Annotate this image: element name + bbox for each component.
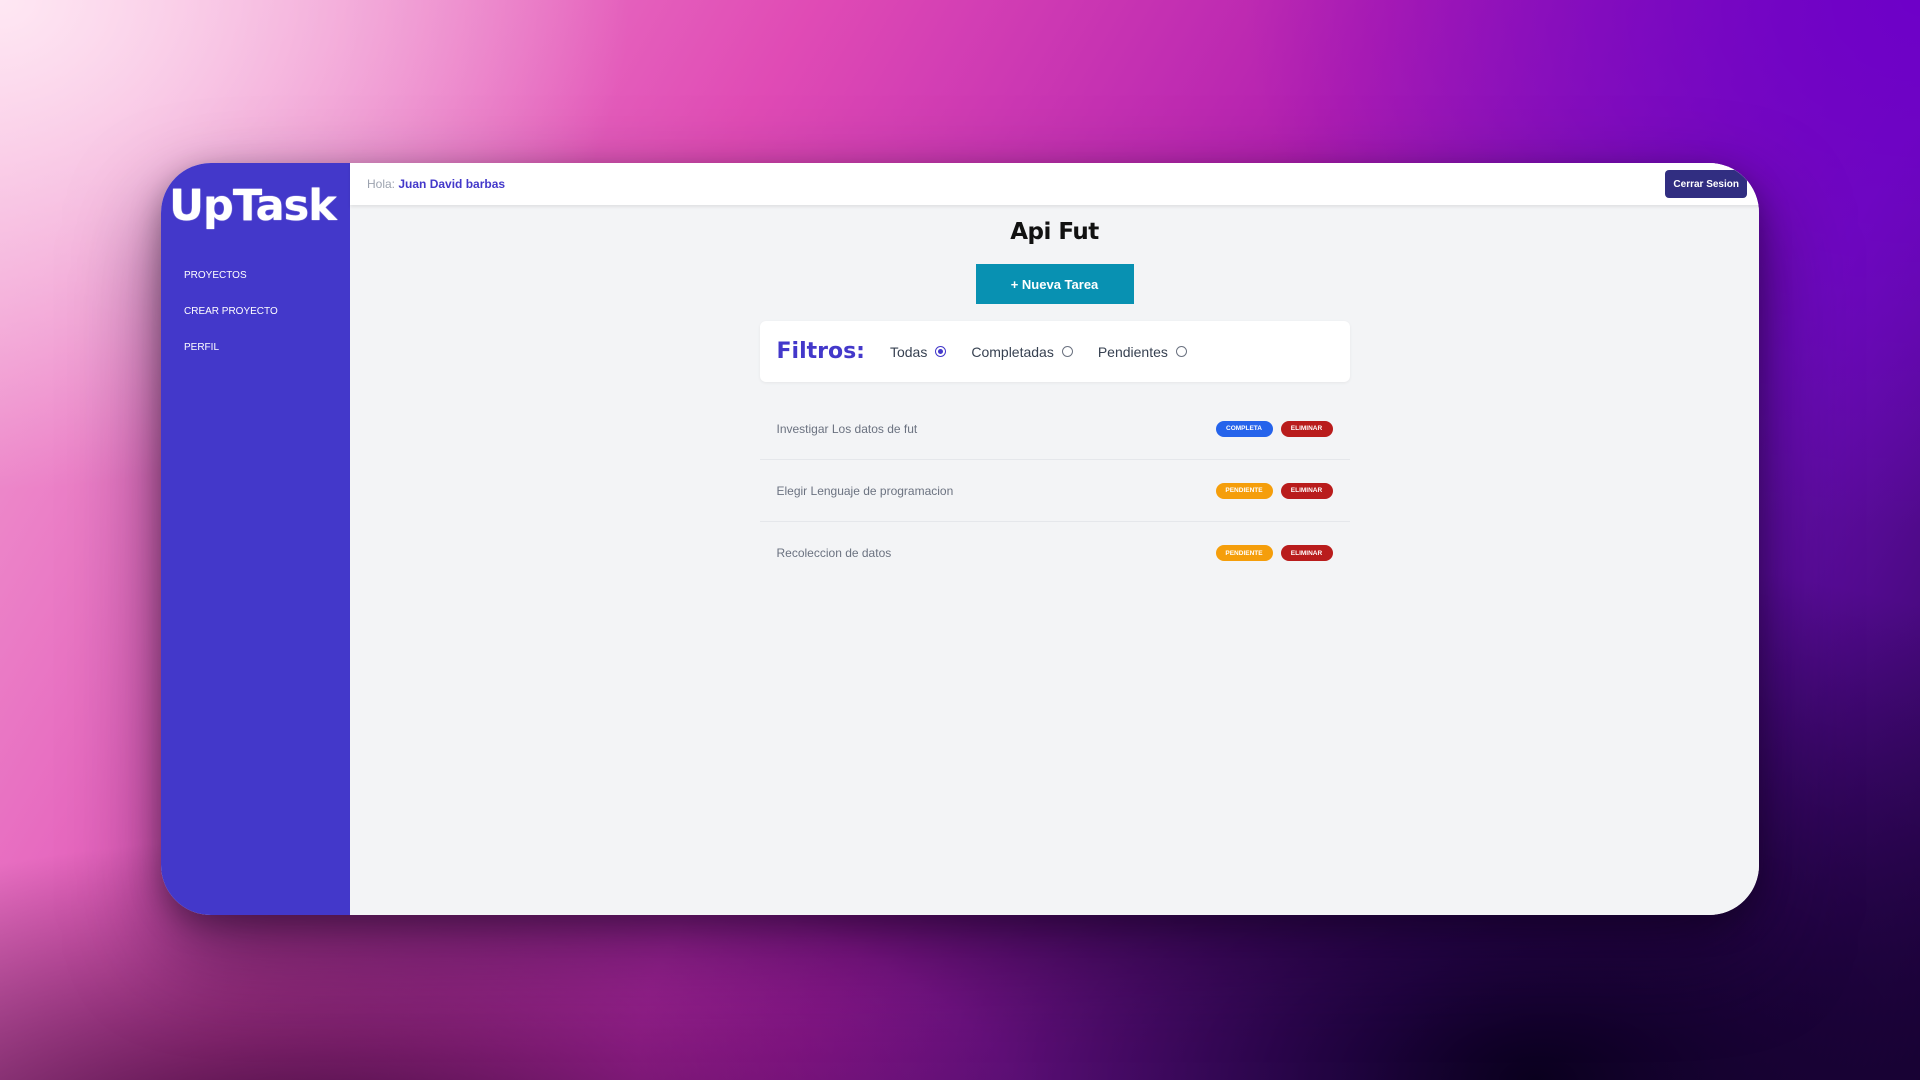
filter-option-todas[interactable]: Todas	[889, 343, 947, 360]
greeting: Hola: Juan David barbas	[367, 177, 505, 191]
project-content: Api Fut + Nueva Tarea Filtros: Todas Com…	[350, 205, 1759, 915]
task-name: Investigar Los datos de fut	[776, 421, 918, 436]
filter-radio-completadas[interactable]	[1061, 346, 1073, 357]
task-delete-button[interactable]: Eliminar	[1280, 482, 1333, 499]
sidebar-item-crear-proyecto[interactable]: Crear Proyecto	[184, 305, 350, 341]
filters-panel: Filtros: Todas Completadas Pendientes	[759, 321, 1350, 382]
task-status-button[interactable]: Pendiente	[1215, 482, 1273, 499]
app-window: UpTask Proyectos Crear Proyecto Perfil H…	[161, 163, 1759, 915]
task-delete-button[interactable]: Eliminar	[1280, 545, 1333, 561]
task-actions: Completa Eliminar	[1215, 420, 1333, 437]
task-list: Investigar Los datos de fut Completa Eli…	[759, 398, 1350, 584]
sidebar-item-proyectos[interactable]: Proyectos	[184, 269, 350, 305]
greeting-prefix: Hola:	[367, 177, 396, 191]
task-row: Investigar Los datos de fut Completa Eli…	[759, 398, 1350, 460]
filters-heading: Filtros:	[776, 339, 865, 364]
logout-button[interactable]: Cerrar Sesion	[1665, 170, 1747, 198]
task-actions: Pendiente Eliminar	[1215, 545, 1333, 561]
page-title: Api Fut	[1010, 219, 1099, 245]
filter-radio-pendientes[interactable]	[1175, 346, 1187, 357]
task-name: Elegir Lenguaje de programacion	[776, 483, 954, 498]
filter-radio-todas[interactable]	[935, 346, 947, 357]
new-task-button[interactable]: + Nueva Tarea	[975, 264, 1134, 304]
task-delete-button[interactable]: Eliminar	[1280, 420, 1333, 437]
task-name: Recoleccion de datos	[776, 546, 892, 560]
task-row: Recoleccion de datos Pendiente Eliminar	[760, 522, 1350, 584]
user-name: Juan David barbas	[398, 177, 506, 191]
task-actions: Pendiente Eliminar	[1215, 482, 1333, 499]
main-area: Hola: Juan David barbas Cerrar Sesion Ap…	[350, 163, 1759, 915]
task-status-button[interactable]: Pendiente	[1215, 545, 1273, 561]
filter-option-pendientes[interactable]: Pendientes	[1098, 344, 1187, 360]
filter-label-completadas: Completadas	[971, 343, 1054, 360]
filter-option-completadas[interactable]: Completadas	[971, 344, 1073, 360]
task-status-button[interactable]: Completa	[1215, 420, 1273, 437]
task-row: Elegir Lenguaje de programacion Pendient…	[759, 460, 1350, 522]
sidebar-nav: Proyectos Crear Proyecto Perfil	[161, 269, 350, 377]
sidebar: UpTask Proyectos Crear Proyecto Perfil	[161, 163, 350, 915]
app-logo: UpTask	[169, 181, 337, 231]
filter-label-pendientes: Pendientes	[1097, 343, 1168, 360]
top-bar: Hola: Juan David barbas Cerrar Sesion	[350, 163, 1759, 205]
sidebar-item-perfil[interactable]: Perfil	[184, 341, 350, 377]
filter-label-todas: Todas	[889, 343, 928, 360]
